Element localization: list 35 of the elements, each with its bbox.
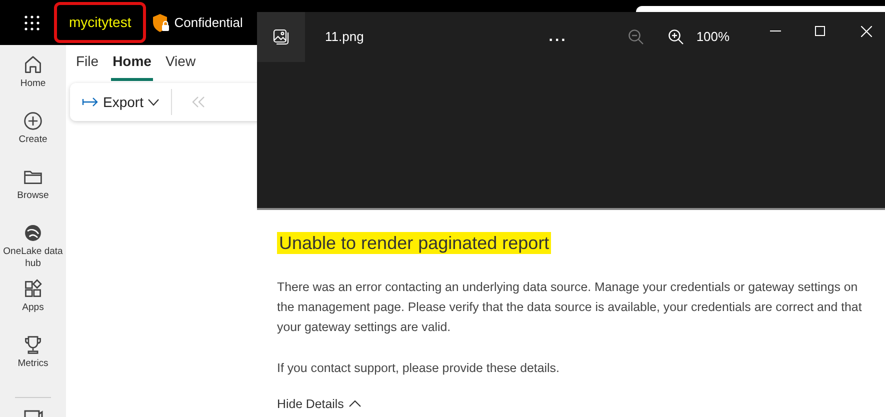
hide-details-button[interactable]: Hide Details bbox=[277, 394, 361, 414]
menu-tab[interactable]: File bbox=[74, 51, 101, 81]
rail-item[interactable]: Apps bbox=[3, 279, 63, 335]
zoom-in-icon[interactable] bbox=[668, 29, 684, 45]
export-button[interactable]: Export bbox=[82, 92, 160, 112]
support-text: If you contact support, please provide these details. bbox=[277, 360, 560, 377]
rail-item[interactable]: Home bbox=[3, 55, 63, 111]
workspace-name[interactable]: mycitytest bbox=[54, 2, 146, 43]
gallery-button[interactable] bbox=[257, 12, 305, 62]
minimize-icon[interactable] bbox=[770, 30, 781, 32]
error-message: There was an error contacting an underlying data source. Manage your credentials or gateway settings on the management page. Please verify that the data source is available, your credentials are correct and that your gateway settings are valid. bbox=[277, 279, 863, 336]
menu-tab[interactable]: View bbox=[163, 51, 198, 81]
rail-item[interactable]: OneLake data hub bbox=[3, 223, 63, 279]
rail-item[interactable]: Metrics bbox=[3, 335, 63, 391]
export-arrow-icon bbox=[82, 97, 98, 107]
sensitivity-label[interactable]: Confidential bbox=[174, 12, 243, 32]
chevron-up-icon bbox=[348, 400, 361, 408]
apps-icon bbox=[23, 279, 43, 299]
create-icon bbox=[23, 111, 43, 131]
zoom-level: 100% bbox=[696, 28, 730, 46]
picture-icon bbox=[273, 29, 289, 45]
close-icon[interactable] bbox=[860, 26, 872, 36]
rail-item[interactable]: Browse bbox=[3, 167, 63, 223]
chevron-down-icon bbox=[148, 98, 160, 106]
zoom-out-icon bbox=[628, 29, 644, 45]
shield-lock-icon bbox=[152, 12, 170, 32]
more-button[interactable]: ... bbox=[548, 26, 568, 48]
maximize-icon[interactable] bbox=[814, 26, 825, 36]
metrics-icon bbox=[23, 335, 43, 355]
file-name: 11.png bbox=[325, 28, 364, 46]
home-icon bbox=[23, 55, 43, 75]
error-title: Unable to render paginated report bbox=[277, 232, 552, 254]
rail-item[interactable]: Create bbox=[3, 111, 63, 167]
onelake-icon bbox=[23, 223, 43, 243]
app-launcher-icon[interactable] bbox=[24, 14, 40, 30]
